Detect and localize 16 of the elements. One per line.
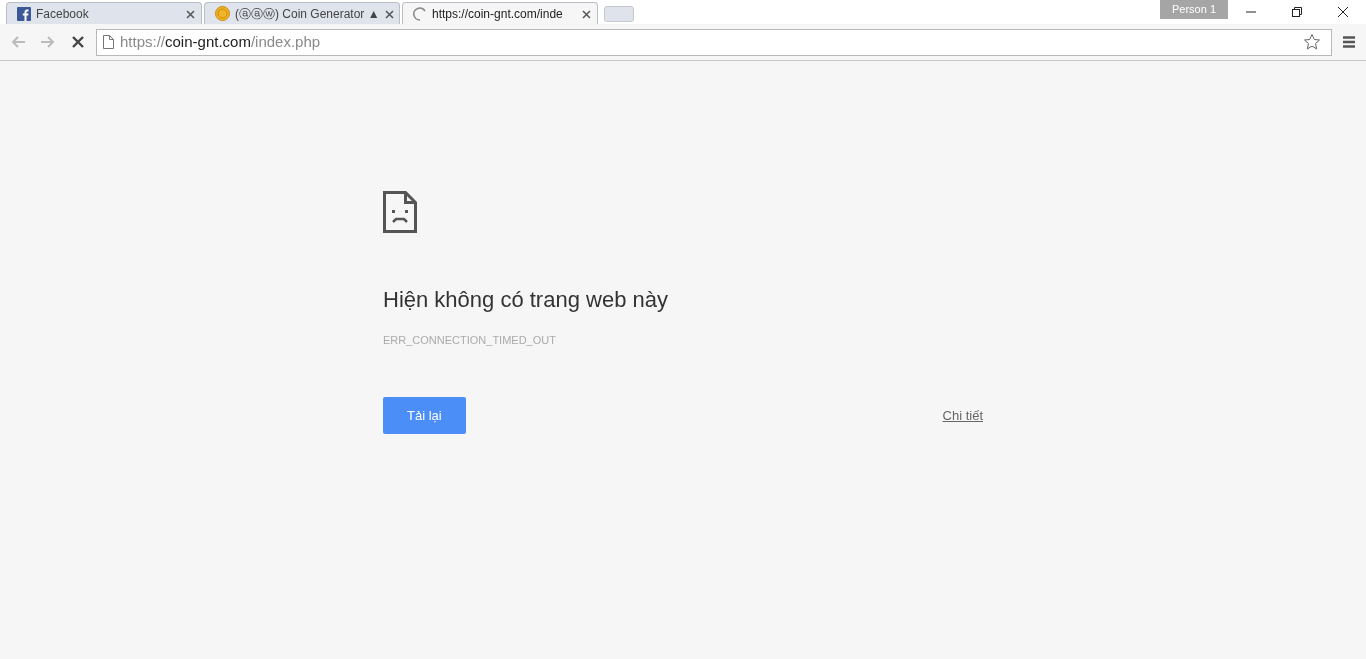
loading-spinner-icon	[413, 6, 427, 21]
sad-page-icon	[383, 191, 417, 233]
browser-tab[interactable]: Facebook	[6, 2, 202, 24]
coin-icon	[215, 6, 230, 21]
error-code: ERR_CONNECTION_TIMED_OUT	[383, 333, 557, 348]
tab-title: Facebook	[36, 5, 90, 23]
facebook-logo-icon	[17, 6, 31, 21]
error-heading: Hiện không có trang web này	[383, 286, 669, 314]
browser-tab[interactable]: https://coin-gnt.com/inde	[402, 2, 598, 24]
browser-tab[interactable]: (ⓐⓐⓦ) Coin Generator ▲	[204, 2, 400, 24]
tab-title: https://coin-gnt.com/inde	[432, 5, 564, 23]
url-text: https://coin-gnt.com/index.php	[120, 31, 322, 52]
tab-title: (ⓐⓐⓦ) Coin Generator ▲	[235, 5, 380, 23]
details-link[interactable]: Chi tiết	[942, 405, 983, 425]
address-field[interactable]: https://coin-gnt.com/index.php	[96, 28, 1332, 56]
page-icon	[103, 35, 114, 49]
